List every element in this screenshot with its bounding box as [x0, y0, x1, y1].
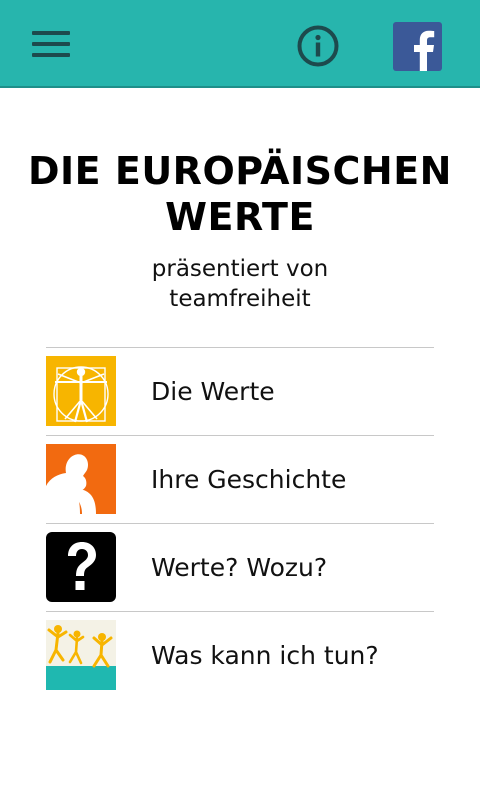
hamburger-menu-icon[interactable]: [28, 22, 76, 66]
facebook-logo-icon[interactable]: [393, 22, 442, 71]
menu-item-was-kann-ich-tun[interactable]: Was kann ich tun?: [46, 611, 434, 699]
vitruvian-man-icon: [46, 356, 116, 426]
page-title-line-2: WERTE: [165, 195, 315, 239]
subtitle: präsentiert von teamfreiheit: [0, 254, 480, 314]
top-app-bar: [0, 0, 480, 88]
menu-item-ihre-geschichte[interactable]: Ihre Geschichte: [46, 435, 434, 523]
thinker-icon: [46, 444, 116, 514]
menu-item-label: Werte? Wozu?: [151, 553, 328, 582]
menu-item-label: Was kann ich tun?: [151, 641, 379, 670]
title-block: DIE EUROPÄISCHEN WERTE präsentiert von t…: [0, 148, 480, 314]
app-screen: DIE EUROPÄISCHEN WERTE präsentiert von t…: [0, 0, 480, 800]
menu-item-label: Ihre Geschichte: [151, 465, 347, 494]
page-title: DIE EUROPÄISCHEN WERTE: [0, 148, 480, 240]
menu-item-die-werte[interactable]: Die Werte: [46, 347, 434, 435]
page-title-line-1: DIE EUROPÄISCHEN: [28, 149, 452, 193]
menu-item-werte-wozu[interactable]: Werte? Wozu?: [46, 523, 434, 611]
info-circle-icon[interactable]: [296, 24, 340, 68]
subtitle-line-1: präsentiert von: [151, 256, 329, 282]
main-menu-list: Die Werte Ihre Geschichte Werte? Wozu? W…: [46, 347, 434, 699]
jumping-people-icon: [46, 620, 116, 690]
menu-item-label: Die Werte: [151, 377, 275, 406]
subtitle-line-2: teamfreiheit: [169, 286, 311, 312]
question-mark-icon: [46, 532, 116, 602]
